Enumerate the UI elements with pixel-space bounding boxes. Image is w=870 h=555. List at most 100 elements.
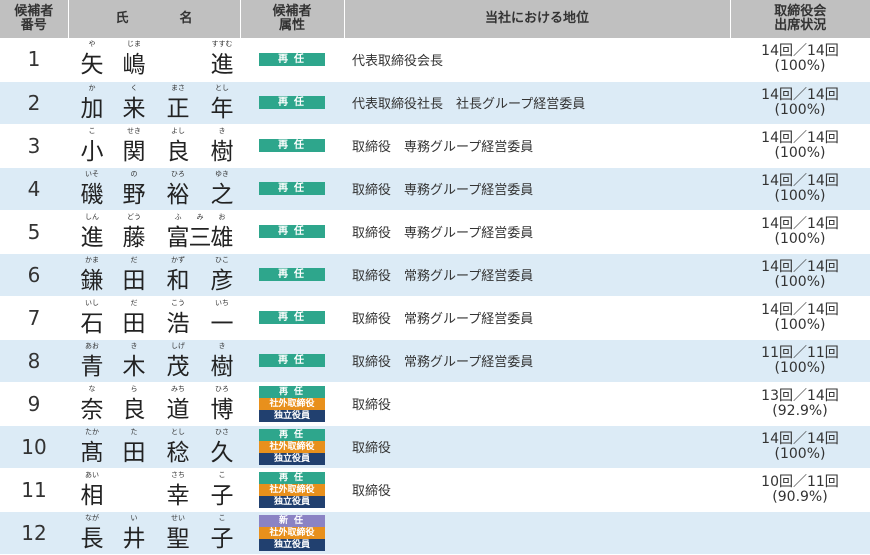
name-character: 稔 [166,439,190,466]
name-character: 長 [80,525,104,552]
candidate-row: 12 なが長い井せい聖こ子新任 社外取締役 独立役員 [0,511,870,555]
header-name-left: 氏 [115,11,129,26]
attendance-count: 14回／14回 [761,172,839,189]
candidate-name: あい相 さち幸 こ子 [68,468,240,512]
name-ruby: ら [130,384,138,393]
independent-badge: 独立役員 [259,452,325,465]
attendance-rate: (100%) [774,359,826,376]
header-number-text: 候補者 番号 [14,4,54,33]
candidate-row: 6 かま鎌だ田かず和ひこ彦再任 取締役 常務グループ経営委員 14回／14回 (100%… [0,253,870,297]
candidate-name: しん進どう藤ふ富み三お雄 [68,210,240,254]
name-ruby: とし [215,83,229,92]
name-ruby: いそ [85,169,99,178]
name-ruby: だ [130,298,138,307]
name-ruby: こ [218,513,226,522]
name-ruby: せい [171,513,185,522]
candidate-position: 取締役 [344,425,730,469]
outside-badge: 社外取締役 [259,526,325,539]
candidate-attribute: 再任 [240,253,344,297]
candidate-position: 取締役 常務グループ経営委員 [344,296,730,340]
candidate-row: 2 か加く来まさ正とし年再任 代表取締役社長 社長グループ経営委員 14回／14回 (1… [0,81,870,125]
header-position-text: 当社における地位 [484,11,589,26]
candidate-number: 11 [0,468,68,512]
name-ruby: こう [171,298,185,307]
candidate-number: 5 [0,210,68,254]
reappoint-badge: 再任 [259,139,325,152]
name-ruby: き [130,341,138,350]
candidate-name: なが長 い井 せい聖 こ子 [68,511,240,555]
name-character: 石 [80,310,104,337]
name-character: 子 [210,525,234,552]
name-ruby: かず [171,255,185,264]
header-number: 候補者 番号 [0,0,69,38]
name-character: 年 [210,95,234,122]
candidate-row: 9 な奈ら良みち道ひろ博再任 社外取締役 独立役員 取締役 13回／14回 (92.9%) [0,382,870,426]
name-ruby: こ [218,470,226,479]
candidate-position: 取締役 専務グループ経営委員 [344,167,730,211]
name-character: 奈 [80,396,104,423]
header-attendance-text: 取締役会 出席状況 [774,4,827,33]
header-position: 当社における地位 [344,0,731,38]
attendance-rate: (100%) [774,58,826,75]
candidate-number: 8 [0,339,68,383]
candidate-attribute: 再任 [240,167,344,211]
name-ruby: か [88,83,96,92]
candidate-number: 7 [0,296,68,340]
candidate-row: 10 たか髙た田とし稔ひさ久再任 社外取締役 独立役員 取締役 14回／14回 (100%) [0,425,870,469]
header-name: 氏 名 [68,0,241,38]
candidate-attribute: 再任 [240,296,344,340]
name-character: 正 [166,95,190,122]
name-character: 来 [122,95,146,122]
attendance-rate: (100%) [774,273,826,290]
name-character: 青 [80,353,104,380]
name-ruby: かま [85,255,99,264]
name-character: 進 [80,224,104,251]
attendance-count: 11回／11回 [761,344,839,361]
independent-badge: 独立役員 [259,409,325,422]
name-ruby: や [88,40,96,48]
name-character: 相 [80,482,104,509]
name-ruby: どう [127,212,141,221]
name-ruby: なが [85,513,99,522]
name-ruby: あお [85,341,99,350]
reappoint-badge: 再任 [259,311,325,324]
name-ruby: さち [171,470,185,479]
name-ruby: の [130,169,138,178]
name-ruby: いし [85,298,99,307]
name-ruby: いち [215,298,229,307]
name-ruby: き [218,126,226,135]
attendance-rate: (100%) [774,101,826,118]
name-ruby: まさ [171,83,185,92]
name-character: 藤 [122,224,146,251]
candidate-position [344,511,730,555]
candidate-attendance: 14回／14回 (100%) [730,167,870,211]
name-ruby: い [130,513,138,522]
name-ruby: しん [85,212,99,221]
attendance-count: 14回／14回 [761,430,839,447]
candidate-name: たか髙 た田 とし稔 ひさ久 [68,425,240,469]
candidate-attribute: 再任 [240,339,344,383]
name-character: 樹 [210,138,234,165]
name-ruby: すすむ [211,40,233,48]
reappoint-badge: 再任 [259,354,325,367]
header-attendance: 取締役会 出席状況 [730,0,870,38]
candidate-number: 2 [0,81,68,125]
attendance-count: 14回／14回 [761,258,839,275]
name-character: 関 [122,138,146,165]
candidate-attendance [730,511,870,555]
candidate-attribute: 再任 社外取締役 独立役員 [240,425,344,469]
outside-badge: 社外取締役 [259,483,325,496]
name-character: 子 [210,482,234,509]
candidate-name: いし石 だ田 こう浩 いち一 [68,296,240,340]
candidate-attribute: 再任 [240,81,344,125]
candidate-position: 代表取締役社長 社長グループ経営委員 [344,81,730,125]
name-ruby: ひさ [215,427,229,436]
candidate-name: や矢 じま嶋 すすむ進 [68,38,240,82]
attendance-rate: (92.9%) [772,402,828,419]
name-character: 良 [166,138,190,165]
name-ruby: だ [130,255,138,264]
candidate-position: 取締役 [344,382,730,426]
candidate-position: 取締役 専務グループ経営委員 [344,210,730,254]
name-character: 田 [122,439,146,466]
attendance-rate: (100%) [774,445,826,462]
